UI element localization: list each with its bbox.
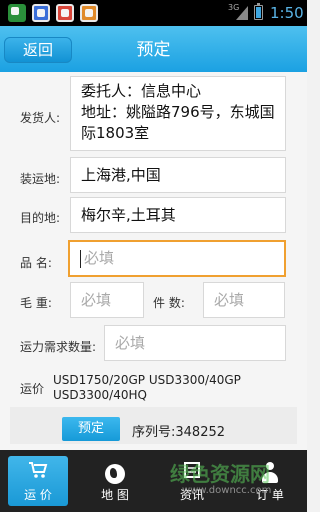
shipper-value: 委托人：信息中心 地址：姚隘路796号，东城国际1803室 — [81, 82, 275, 142]
watermark-url: www.downcc.com — [182, 485, 272, 496]
freight-value: USD1750/20GP USD3300/40GP USD3300/40HQ — [53, 373, 241, 402]
pieces-input[interactable]: 必填 — [203, 282, 285, 318]
watermark-text: 绿色资源网 — [170, 462, 270, 486]
booking-form: 发货人: 委托人：信息中心 地址：姚隘路796号，东城国际1803室 装运地: … — [0, 72, 307, 450]
gross-weight-placeholder: 必填 — [81, 291, 112, 309]
capacity-label: 运力需求数量: — [20, 340, 97, 354]
product-name-input[interactable]: 必填 — [68, 240, 286, 277]
loading-port-field[interactable]: 上海港,中国 — [70, 157, 286, 193]
status-bar: 3G 1:50 — [0, 0, 307, 26]
watermark: 绿色资源网 www.downcc.com — [170, 458, 300, 502]
product-name-label: 品 名: — [20, 256, 52, 270]
capacity-input[interactable]: 必填 — [104, 325, 286, 361]
clock: 1:50 — [270, 4, 304, 22]
pieces-label: 件 数: — [153, 296, 185, 310]
title-bar: 返回 预定 — [0, 26, 307, 72]
loading-port-label: 装运地: — [20, 172, 61, 186]
destination-value: 梅尔辛,土耳其 — [81, 206, 176, 224]
app-notification-icon — [8, 4, 26, 22]
gross-weight-label: 毛 重: — [20, 296, 52, 310]
loading-port-value: 上海港,中国 — [81, 166, 161, 184]
battery-icon — [254, 3, 263, 20]
shipper-field[interactable]: 委托人：信息中心 地址：姚隘路796号，东城国际1803室 — [70, 76, 286, 151]
shipper-label: 发货人: — [20, 111, 61, 125]
serial-number: 序列号:348252 — [132, 425, 226, 440]
signal-icon — [236, 6, 248, 20]
product-name-placeholder: 必填 — [84, 249, 115, 267]
page-title: 预定 — [136, 40, 171, 60]
destination-label: 目的地: — [20, 211, 61, 225]
nav-item-freight[interactable]: 运 价 — [8, 456, 68, 506]
order-button[interactable]: 预定 — [62, 417, 120, 441]
cart-icon — [8, 460, 68, 486]
text-cursor — [80, 249, 81, 268]
app-notification-icon — [32, 4, 50, 22]
app-notification-icon — [56, 4, 74, 22]
capacity-placeholder: 必填 — [115, 334, 146, 352]
app-notification-icon — [80, 4, 98, 22]
nav-label: 地 图 — [101, 488, 129, 502]
nav-label: 运 价 — [24, 488, 52, 502]
freight-label: 运价 — [20, 382, 45, 396]
gross-weight-input[interactable]: 必填 — [70, 282, 144, 318]
nav-item-map[interactable]: 地 图 — [85, 456, 145, 506]
globe-icon — [85, 460, 145, 486]
pieces-placeholder: 必填 — [214, 291, 245, 309]
destination-field[interactable]: 梅尔辛,土耳其 — [70, 197, 286, 233]
